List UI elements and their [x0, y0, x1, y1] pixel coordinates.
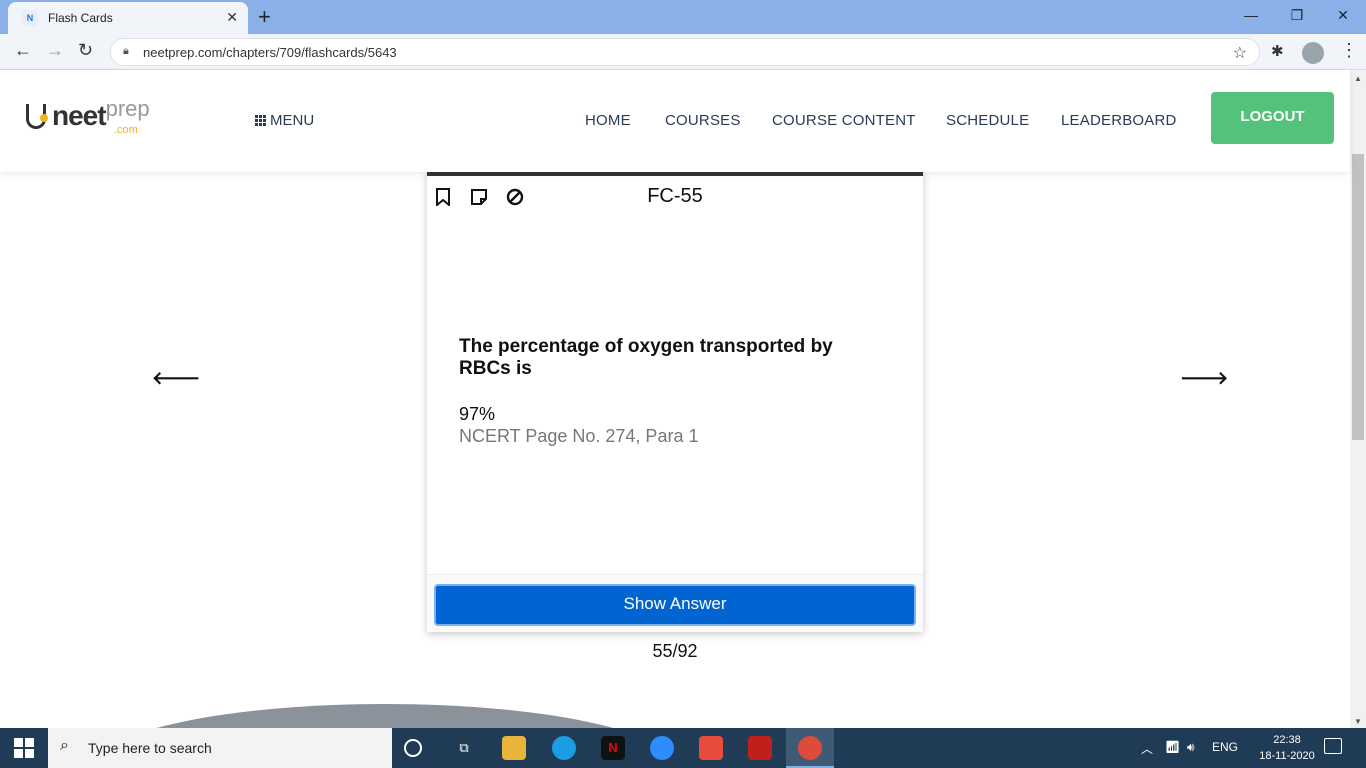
- taskbar-search-box[interactable]: ⌕ Type here to search: [48, 728, 392, 768]
- taskbar-clock[interactable]: 22:38 18-11-2020: [1252, 732, 1322, 764]
- network-icon[interactable]: 📶︎: [1165, 740, 1180, 754]
- netflix-icon[interactable]: N: [601, 736, 625, 760]
- site-header: neet prep .com MENU HOME COURSES COURSE …: [0, 70, 1350, 172]
- grid-menu-icon: [255, 115, 266, 126]
- search-icon: ⌕: [60, 737, 69, 754]
- forward-arrow-icon[interactable]: →: [46, 40, 64, 61]
- browser-tab[interactable]: N Flash Cards ✕: [8, 2, 248, 34]
- edge-browser-icon[interactable]: [552, 736, 576, 760]
- previous-card-arrow-icon[interactable]: 🡐: [152, 368, 200, 389]
- card-footer: Show Answer: [427, 574, 923, 632]
- tray-expand-icon[interactable]: ︿: [1141, 740, 1153, 757]
- tab-title: Flash Cards: [48, 11, 113, 25]
- browser-tab-strip: N Flash Cards ✕ + — ❐ ✕: [0, 0, 1366, 34]
- bookmark-icon[interactable]: [433, 188, 453, 211]
- card-toolbar: [433, 188, 525, 211]
- windows-start-icon[interactable]: [14, 738, 34, 758]
- flashcard: FC-55 The percentage of oxygen transport…: [427, 170, 923, 632]
- pdf-reader-icon[interactable]: [748, 736, 772, 760]
- page-scrollbar[interactable]: ▲ ▼: [1350, 70, 1366, 728]
- neetprep-favicon-icon: N: [22, 10, 38, 26]
- flashcard-question: The percentage of oxygen transported by …: [459, 336, 833, 379]
- stethoscope-logo-icon: [22, 100, 52, 138]
- logo-text-neet: neet: [52, 100, 107, 131]
- volume-icon[interactable]: 🔊︎: [1187, 740, 1195, 755]
- card-counter: 55/92: [652, 641, 698, 661]
- menu-button[interactable]: MENU: [255, 112, 314, 129]
- flashcard-answer: 97%: [459, 404, 496, 424]
- chrome-taskbar-active[interactable]: [786, 728, 834, 768]
- zoom-icon[interactable]: [650, 736, 674, 760]
- recorder-app-icon[interactable]: [699, 736, 723, 760]
- url-text: neetprep.com/chapters/709/flashcards/564…: [143, 45, 397, 60]
- scroll-down-icon[interactable]: ▼: [1354, 717, 1362, 726]
- back-arrow-icon[interactable]: ←: [14, 40, 32, 61]
- notification-center-icon[interactable]: [1324, 738, 1342, 754]
- window-controls: — ❐ ✕: [1228, 0, 1366, 32]
- nav-course-content[interactable]: COURSE CONTENT: [772, 112, 916, 129]
- logo-text-com: .com: [114, 124, 138, 136]
- language-indicator[interactable]: ENG: [1212, 740, 1238, 754]
- browser-menu-icon[interactable]: ⋮: [1340, 40, 1358, 61]
- neetprep-logo[interactable]: neet prep .com: [22, 96, 150, 138]
- tab-close-icon[interactable]: ✕: [226, 9, 238, 26]
- url-field[interactable]: 🔒︎ neetprep.com/chapters/709/flashcards/…: [110, 38, 1260, 66]
- chrome-icon: [798, 736, 822, 760]
- nav-home[interactable]: HOME: [585, 112, 631, 129]
- scroll-up-icon[interactable]: ▲: [1354, 74, 1362, 83]
- block-icon[interactable]: [505, 188, 525, 211]
- logo-text-prep: prep: [105, 96, 150, 121]
- clock-time: 22:38: [1273, 734, 1301, 746]
- extensions-puzzle-icon[interactable]: ✱: [1271, 42, 1284, 60]
- next-card-arrow-icon[interactable]: 🡒: [1180, 368, 1228, 389]
- reload-icon[interactable]: ↻: [78, 40, 93, 61]
- windows-taskbar: ⌕ Type here to search ⧉ N ︿ 📶︎ 🔊︎ ENG 22…: [0, 728, 1366, 768]
- bookmark-star-icon[interactable]: ☆: [1233, 43, 1247, 63]
- logout-button[interactable]: LOGOUT: [1211, 92, 1334, 144]
- note-icon[interactable]: [469, 188, 489, 211]
- new-tab-button[interactable]: +: [258, 4, 271, 30]
- clock-date: 18-11-2020: [1259, 750, 1315, 762]
- close-window-button[interactable]: ✕: [1320, 0, 1366, 32]
- nav-courses[interactable]: COURSES: [665, 112, 741, 129]
- file-explorer-icon[interactable]: [502, 736, 526, 760]
- minimize-button[interactable]: —: [1228, 0, 1274, 32]
- taskbar-search-placeholder: Type here to search: [88, 740, 212, 756]
- show-answer-button[interactable]: Show Answer: [434, 584, 916, 626]
- lock-icon: 🔒︎: [123, 45, 129, 57]
- nav-schedule[interactable]: SCHEDULE: [946, 112, 1029, 129]
- menu-label: MENU: [270, 112, 315, 129]
- flashcard-reference: NCERT Page No. 274, Para 1: [459, 426, 699, 446]
- scrollbar-thumb[interactable]: [1352, 154, 1364, 440]
- address-bar-row: ← → ↻ 🔒︎ neetprep.com/chapters/709/flash…: [0, 34, 1366, 70]
- cortana-icon[interactable]: [404, 739, 422, 757]
- profile-avatar[interactable]: [1302, 42, 1324, 64]
- restore-button[interactable]: ❐: [1274, 0, 1320, 32]
- task-view-icon[interactable]: ⧉: [452, 736, 476, 760]
- nav-leaderboard[interactable]: LEADERBOARD: [1061, 112, 1177, 129]
